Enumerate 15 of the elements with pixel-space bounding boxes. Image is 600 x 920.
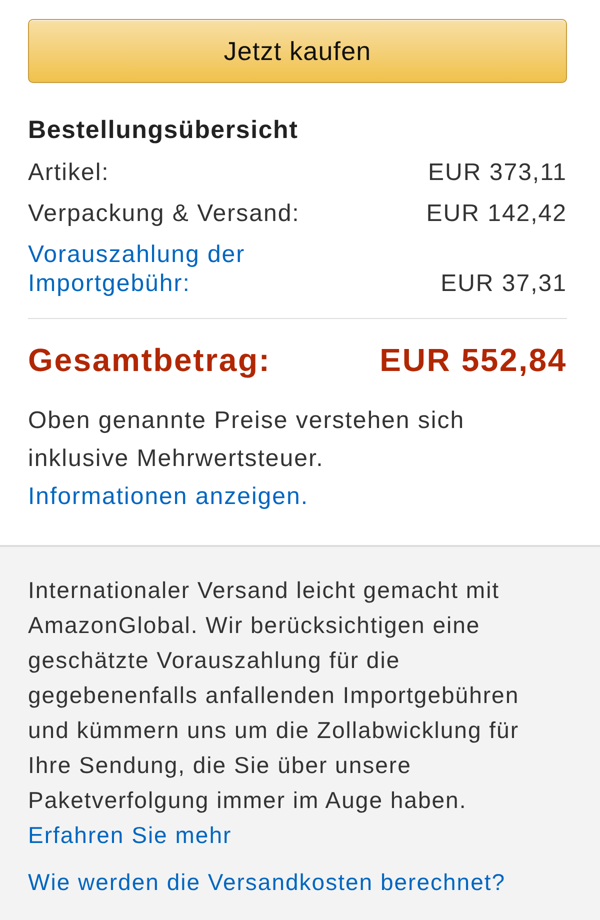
global-shipping-text: Internationaler Versand leicht gemacht mit AmazonGlobal. Wir berücksichtigen eine geschätzte Vorauszahlung für die gegebenenfalls anfallenden Importgebühren und kümmern uns um die Zollabwicklung für Ihre Sendung, die Sie über unsere Paketverfolgung immer im Auge haben. [28, 576, 520, 815]
order-summary-title: Bestellungsübersicht [28, 115, 300, 146]
shipping-cost-link[interactable]: Wie werden die Versandkosten berechnet? [28, 865, 506, 900]
line-item-label: Verpackung & Versand: [28, 199, 300, 228]
line-item-amount: EUR 142,42 [426, 199, 567, 228]
import-fee-link[interactable]: Vorauszahlung der Importgebühr: [28, 240, 288, 298]
line-item-amount: EUR 373,11 [428, 158, 567, 187]
vat-note: Oben genannte Preise verstehen sich inklusive Mehrwertsteuer. Informationen anzeigen. [28, 406, 466, 512]
line-item-label: Artikel: [28, 158, 110, 187]
total-label: Gesamtbetrag: [28, 341, 271, 380]
learn-more-link[interactable]: Erfahren Sie mehr [28, 818, 232, 853]
buy-now-button[interactable]: Jetzt kaufen [28, 19, 567, 83]
total-amount: EUR 552,84 [380, 341, 567, 380]
line-item-amount: EUR 37,31 [440, 269, 567, 298]
show-info-link[interactable]: Informationen anzeigen. [28, 483, 309, 510]
